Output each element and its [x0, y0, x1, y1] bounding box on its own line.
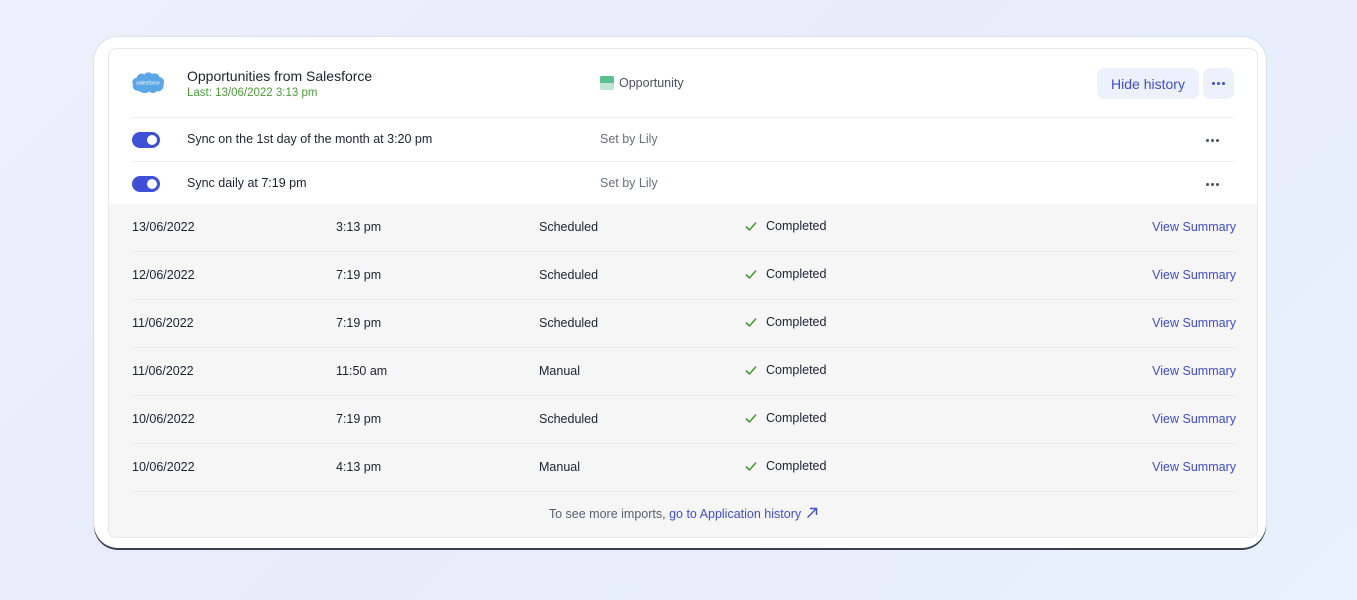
history-row: 10/06/2022 4:13 pm Manual Completed View… [132, 444, 1236, 492]
schedule-set-by: Set by Lily [600, 132, 658, 146]
history-status: Completed [744, 315, 826, 329]
schedule-set-by: Set by Lily [600, 176, 658, 190]
history-date: 10/06/2022 [132, 412, 195, 426]
object-type: Opportunity [600, 76, 684, 90]
more-dots-icon [1212, 82, 1225, 85]
checkmark-icon [745, 269, 757, 280]
history-row: 11/06/2022 7:19 pm Scheduled Completed V… [132, 300, 1236, 348]
history-type: Manual [539, 364, 580, 378]
history-row: 13/06/2022 3:13 pm Scheduled Completed V… [132, 204, 1236, 252]
opportunity-object-icon [600, 76, 614, 90]
last-sync-text: Last: 13/06/2022 3:13 pm [187, 87, 318, 99]
history-type: Scheduled [539, 412, 599, 426]
more-dots-icon [1205, 182, 1219, 186]
view-summary-link[interactable]: View Summary [1152, 460, 1236, 474]
history-status-label: Completed [766, 411, 827, 425]
history-status: Completed [744, 411, 826, 425]
history-date: 11/06/2022 [132, 364, 194, 378]
history-type: Manual [539, 460, 580, 474]
view-summary-link[interactable]: View Summary [1152, 316, 1236, 330]
history-time: 3:13 pm [336, 220, 382, 234]
application-history-link[interactable]: go to Application history [669, 507, 819, 521]
view-summary-link[interactable]: View Summary [1152, 412, 1236, 426]
history-status: Completed [744, 267, 826, 281]
history-time: 4:13 pm [336, 460, 382, 474]
checkmark-icon [745, 221, 757, 232]
import-card: salesforce Opportunities from Salesforce… [108, 48, 1258, 538]
history-status-label: Completed [766, 267, 827, 281]
history-row: 12/06/2022 7:19 pm Scheduled Completed V… [132, 252, 1236, 300]
history-type: Scheduled [539, 220, 599, 234]
view-summary-link[interactable]: View Summary [1152, 364, 1236, 378]
history-status-label: Completed [766, 459, 827, 473]
schedule-row: Sync on the 1st day of the month at 3:20… [132, 117, 1234, 161]
history-status: Completed [744, 363, 826, 377]
view-summary-link[interactable]: View Summary [1152, 220, 1236, 234]
history-time: 7:19 pm [336, 316, 382, 330]
history-date: 13/06/2022 [132, 220, 195, 234]
external-arrow-icon [807, 507, 818, 518]
hide-history-button[interactable]: Hide history [1097, 68, 1199, 99]
history-time: 11:50 am [336, 364, 388, 378]
history-time: 7:19 pm [336, 412, 382, 426]
schedule-label: Sync daily at 7:19 pm [187, 176, 307, 190]
history-status-label: Completed [766, 219, 827, 233]
history-status: Completed [744, 219, 826, 233]
schedule-label: Sync on the 1st day of the month at 3:20… [187, 132, 433, 146]
history-date: 12/06/2022 [132, 268, 195, 282]
salesforce-logo-text: salesforce [136, 81, 160, 87]
salesforce-logo-icon: salesforce [131, 69, 165, 95]
header-more-button[interactable] [1203, 68, 1234, 99]
import-history-panel: 13/06/2022 3:13 pm Scheduled Completed V… [109, 204, 1257, 537]
card-header: salesforce Opportunities from Salesforce… [109, 49, 1257, 117]
view-summary-link[interactable]: View Summary [1152, 268, 1236, 282]
checkmark-icon [745, 365, 757, 376]
schedule-more-button[interactable] [1202, 132, 1222, 148]
schedule-row: Sync daily at 7:19 pm Set by Lily [132, 161, 1234, 205]
history-row: 10/06/2022 7:19 pm Scheduled Completed V… [132, 396, 1236, 444]
history-status: Completed [744, 459, 826, 473]
schedule-toggle[interactable] [132, 176, 160, 192]
history-type: Scheduled [539, 268, 599, 282]
history-type: Scheduled [539, 316, 599, 330]
history-time: 7:19 pm [336, 268, 382, 282]
more-dots-icon [1205, 138, 1219, 142]
checkmark-icon [745, 461, 757, 472]
checkmark-icon [745, 317, 757, 328]
window-frame: salesforce Opportunities from Salesforce… [94, 37, 1266, 548]
history-date: 10/06/2022 [132, 460, 195, 474]
application-history-link-label: go to Application history [669, 507, 802, 521]
schedule-more-button[interactable] [1202, 176, 1222, 192]
schedule-toggle[interactable] [132, 132, 160, 148]
footer-text: To see more imports, [548, 507, 666, 521]
history-footer: To see more imports, go to Application h… [109, 506, 1257, 521]
history-status-label: Completed [766, 363, 827, 377]
import-title: Opportunities from Salesforce [187, 68, 373, 84]
object-type-label: Opportunity [619, 76, 684, 90]
history-row: 11/06/2022 11:50 am Manual Completed Vie… [132, 348, 1236, 396]
history-status-label: Completed [766, 315, 827, 329]
checkmark-icon [745, 413, 757, 424]
history-date: 11/06/2022 [132, 316, 194, 330]
